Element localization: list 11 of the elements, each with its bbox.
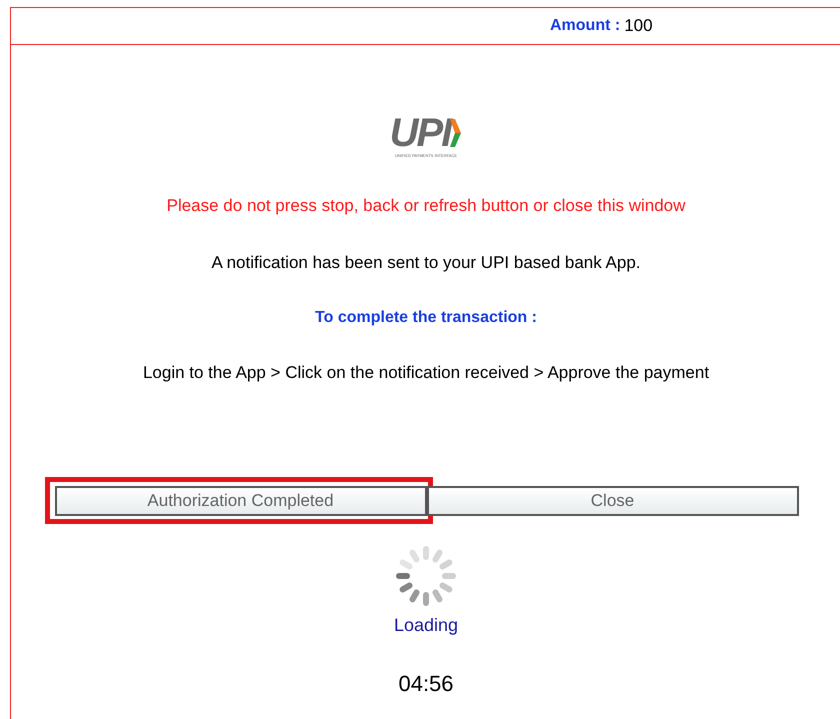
amount-value: 100 bbox=[624, 15, 653, 38]
action-button[interactable]: Authorization Completed bbox=[54, 486, 426, 516]
loading-spinner-icon bbox=[394, 544, 458, 608]
notice-text: A notification has been sent to your UPI based bank App. bbox=[211, 252, 641, 274]
instructions-text: Login to the App > Click on the notification received > Approve the payment bbox=[142, 362, 710, 384]
amount-label: Amount : bbox=[550, 16, 620, 36]
warning-text: Please do not press stop, back or refresh button or close this window bbox=[166, 195, 686, 217]
instructions-heading: To complete the transaction : bbox=[315, 308, 537, 328]
countdown-timer: 04:56 bbox=[398, 670, 454, 698]
action-button[interactable]: Close bbox=[426, 486, 798, 516]
loading-text: Loading bbox=[394, 614, 458, 637]
